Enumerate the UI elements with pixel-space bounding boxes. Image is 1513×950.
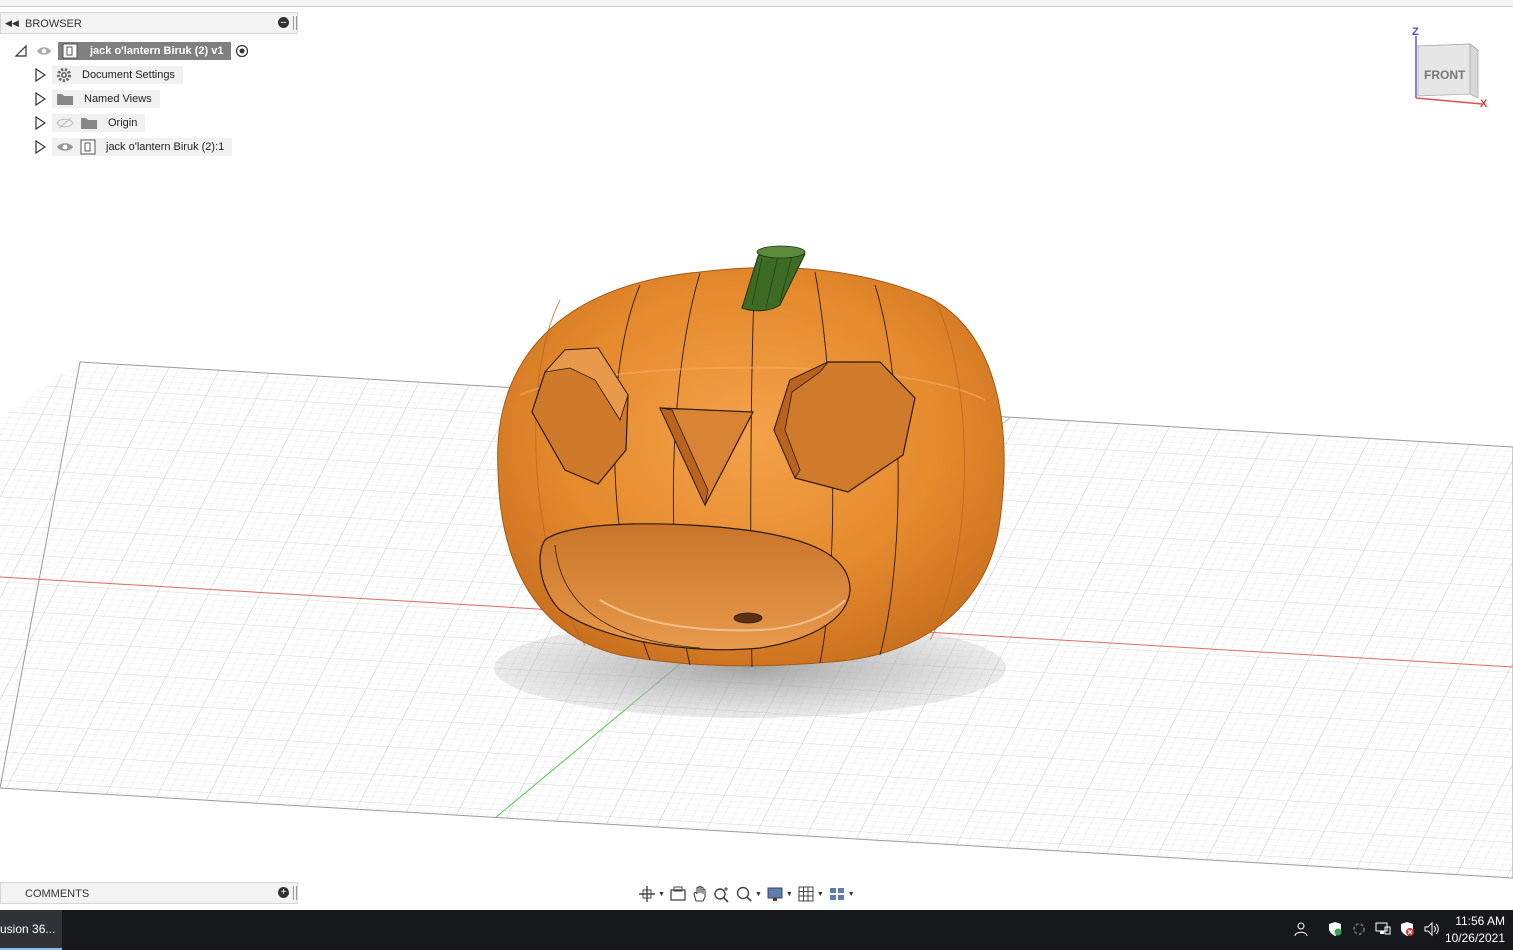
document-settings-chip[interactable]: Document Settings bbox=[52, 66, 183, 84]
panel-grip[interactable] bbox=[293, 16, 297, 30]
minus-icon[interactable]: – bbox=[278, 17, 289, 28]
navigation-bar: ▼ ▼ ▼ ▼ ▼ bbox=[636, 882, 874, 906]
gear-icon bbox=[57, 68, 71, 82]
component-chip[interactable]: jack o'lantern Biruk (2):1 bbox=[52, 138, 233, 156]
clock-time: 11:56 AM bbox=[1455, 914, 1505, 928]
collapse-triangle-icon[interactable] bbox=[14, 44, 28, 58]
grid-settings-icon bbox=[798, 886, 814, 902]
people-icon[interactable] bbox=[1292, 921, 1308, 937]
expand-triangle-icon[interactable] bbox=[34, 68, 46, 82]
expand-triangle-icon[interactable] bbox=[34, 92, 46, 106]
grid-settings-button[interactable]: ▼ bbox=[797, 884, 824, 904]
component-icon bbox=[80, 139, 96, 155]
browser-item-component[interactable]: jack o'lantern Biruk (2):1 bbox=[34, 137, 233, 157]
sidebar-item-label: Document Settings bbox=[82, 69, 175, 81]
folder-icon bbox=[81, 118, 97, 129]
origin-chip[interactable]: Origin bbox=[52, 114, 146, 132]
fit-button[interactable]: ▼ bbox=[735, 884, 762, 904]
panel-grip[interactable] bbox=[293, 886, 297, 900]
axis-x-label: X bbox=[1480, 98, 1488, 110]
viewcube[interactable]: FRONT Z X bbox=[1408, 26, 1498, 116]
browser-item-document-settings[interactable]: Document Settings bbox=[34, 65, 183, 85]
pumpkin-model bbox=[497, 245, 1005, 668]
taskbar-app-label: usion 36... bbox=[0, 922, 56, 936]
double-chevron-left-icon[interactable]: ◀◀ bbox=[5, 18, 19, 29]
volume-icon[interactable] bbox=[1423, 921, 1441, 937]
viewports-icon bbox=[829, 888, 844, 900]
browser-panel-header[interactable]: ◀◀ BROWSER – bbox=[0, 12, 298, 34]
taskbar: usion 36... 11:56 AM 10/26/2021 bbox=[0, 910, 1513, 950]
sidebar-item-label: jack o'lantern Biruk (2):1 bbox=[106, 141, 225, 153]
look-at-button[interactable] bbox=[669, 884, 687, 904]
axis-z-label: Z bbox=[1412, 26, 1419, 38]
pan-button[interactable] bbox=[691, 884, 709, 904]
network-icon[interactable] bbox=[1375, 921, 1391, 937]
viewcube-face-label[interactable]: FRONT bbox=[1424, 68, 1465, 82]
top-toolbar-strip bbox=[0, 0, 1513, 7]
sidebar-item-label: Named Views bbox=[84, 93, 152, 105]
loading-spinner-icon[interactable] bbox=[1351, 921, 1367, 937]
orbit-button[interactable]: ▼ bbox=[638, 884, 665, 904]
eye-hidden-icon[interactable] bbox=[56, 117, 74, 129]
browser-title: BROWSER bbox=[25, 18, 82, 30]
sidebar-item-label: Origin bbox=[108, 117, 138, 129]
security-shield-icon[interactable] bbox=[1327, 921, 1343, 937]
fit-icon bbox=[736, 886, 752, 902]
folder-icon bbox=[57, 94, 73, 105]
expand-triangle-icon[interactable] bbox=[34, 116, 46, 130]
taskbar-app-button[interactable]: usion 36... bbox=[0, 910, 62, 950]
comments-title: COMMENTS bbox=[25, 888, 90, 900]
browser-root-row[interactable]: jack o'lantern Biruk (2) v1 bbox=[14, 41, 249, 61]
zoom-button[interactable] bbox=[713, 884, 731, 904]
eye-icon[interactable] bbox=[56, 141, 74, 153]
plus-icon[interactable]: + bbox=[278, 887, 289, 898]
viewports-button[interactable]: ▼ bbox=[828, 884, 855, 904]
browser-item-named-views[interactable]: Named Views bbox=[34, 89, 160, 109]
eye-icon[interactable] bbox=[36, 45, 52, 57]
root-item-label: jack o'lantern Biruk (2) v1 bbox=[90, 45, 224, 57]
component-icon bbox=[62, 43, 78, 59]
radio-target-icon[interactable] bbox=[235, 44, 249, 58]
expand-triangle-icon[interactable] bbox=[34, 140, 46, 154]
clock-date: 10/26/2021 bbox=[1444, 931, 1505, 945]
browser-item-origin[interactable]: Origin bbox=[34, 113, 146, 133]
display-settings-button[interactable]: ▼ bbox=[766, 884, 793, 904]
display-settings-icon bbox=[767, 887, 783, 901]
root-item-chip[interactable]: jack o'lantern Biruk (2) v1 bbox=[58, 42, 232, 60]
zoom-icon bbox=[714, 887, 729, 903]
look-at-icon bbox=[670, 886, 686, 901]
orbit-icon bbox=[639, 886, 655, 902]
system-clock[interactable]: 11:56 AM 10/26/2021 bbox=[1445, 913, 1505, 947]
named-views-chip[interactable]: Named Views bbox=[52, 90, 160, 108]
antivirus-alert-icon[interactable] bbox=[1399, 921, 1415, 937]
comments-panel-header[interactable]: COMMENTS + bbox=[0, 882, 298, 904]
pan-icon bbox=[693, 885, 706, 902]
